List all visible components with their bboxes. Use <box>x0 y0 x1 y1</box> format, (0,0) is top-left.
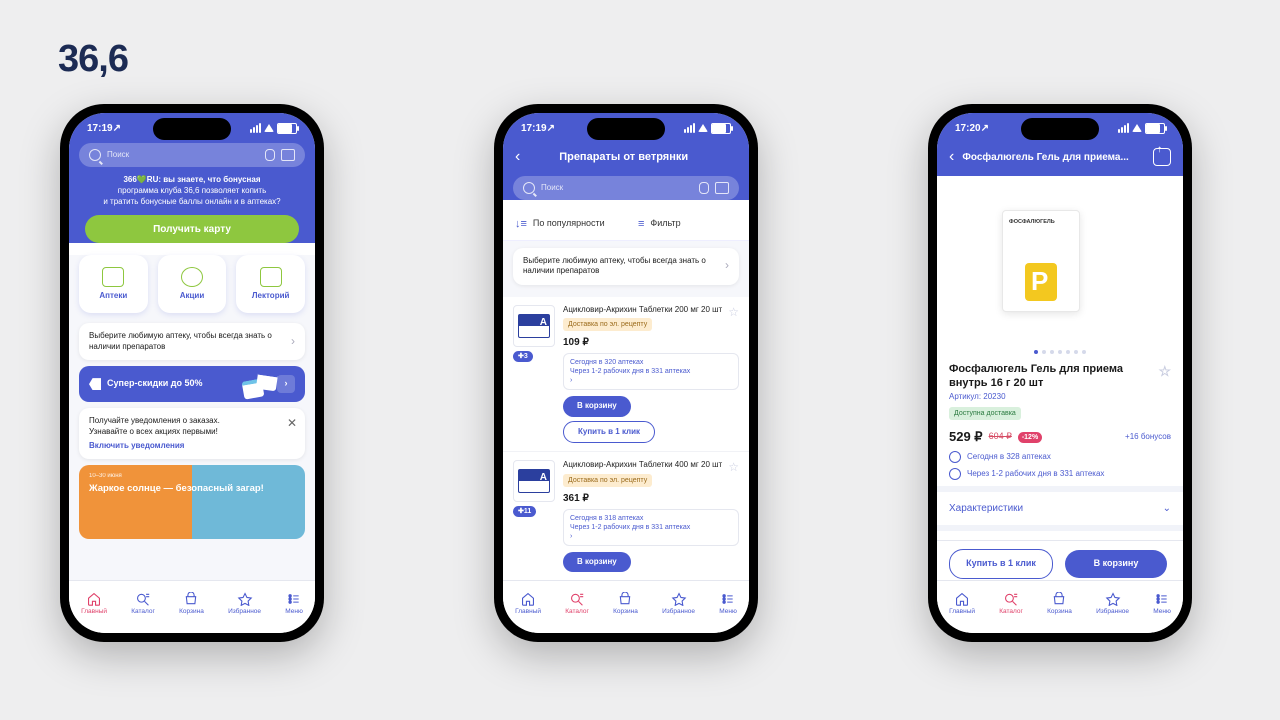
product-price: 109 ₽ <box>563 336 739 349</box>
barcode-icon[interactable] <box>715 182 729 194</box>
nav-catalog[interactable]: Каталог <box>565 592 589 616</box>
nav-favorites[interactable]: Избранное <box>662 592 695 616</box>
nav-menu[interactable]: Меню <box>285 592 303 616</box>
delivery-chip: Доступна доставка <box>949 407 1021 420</box>
availability-later: Через 1-2 рабочих дня в 331 аптеках <box>949 468 1171 480</box>
favorite-pharmacy-card[interactable]: Выберите любимую аптеку, чтобы всегда зн… <box>513 248 739 285</box>
get-card-button[interactable]: Получить карту <box>85 215 299 243</box>
product-item[interactable]: ✚11 Ацикловир-Акрихин Таблетки 400 мг 20… <box>503 452 749 581</box>
search-icon <box>523 182 535 194</box>
availability-box[interactable]: Сегодня в 320 аптекахЧерез 1-2 рабочих д… <box>563 353 739 390</box>
qty-badge: ✚3 <box>513 351 533 362</box>
product-name: Ацикловир-Акрихин Таблетки 200 мг 20 шт <box>563 305 739 315</box>
favorite-icon[interactable]: ☆ <box>728 460 739 476</box>
nav-home[interactable]: Главный <box>81 592 107 616</box>
buy-1click-button[interactable]: Купить в 1 клик <box>949 549 1053 579</box>
nav-cart[interactable]: Корзина <box>1047 592 1072 616</box>
enable-notifications-link[interactable]: Включить уведомления <box>89 441 184 451</box>
page-title: Препараты от ветрянки <box>528 150 719 164</box>
phone-home: 17:19↗ Поиск 366💚RU: вы знаете, что бону… <box>60 104 324 642</box>
nav-catalog[interactable]: Каталог <box>999 592 1023 616</box>
product-thumb <box>513 460 555 502</box>
chevron-down-icon: ⌄ <box>1163 502 1171 515</box>
nav-home[interactable]: Главный <box>949 592 975 616</box>
bonus-label: +16 бонусов <box>1125 432 1171 442</box>
quick-lectures[interactable]: Лекторий <box>236 255 305 313</box>
buy-1click-button[interactable]: Купить в 1 клик <box>563 421 655 443</box>
add-to-cart-button[interactable]: В корзину <box>1065 550 1167 578</box>
status-time: 17:19 <box>87 122 113 135</box>
product-gallery[interactable] <box>937 176 1183 346</box>
nav-favorites[interactable]: Избранное <box>228 592 261 616</box>
quick-deals[interactable]: Акции <box>158 255 227 313</box>
promo-banner[interactable]: 10–30 июня Жаркое солнце — безопасный за… <box>79 465 305 539</box>
clock-icon <box>949 468 961 480</box>
gallery-dots <box>937 346 1183 356</box>
discount-badge: -12% <box>1018 432 1042 443</box>
sort-button[interactable]: ↓≡По популярности <box>503 217 626 231</box>
bottom-nav: Главный Каталог Корзина Избранное Меню <box>503 580 749 633</box>
search-icon <box>89 149 101 161</box>
filter-icon: ≡ <box>638 217 644 231</box>
search-placeholder: Поиск <box>107 150 259 160</box>
back-button[interactable]: ‹ <box>949 147 954 168</box>
filter-button[interactable]: ≡Фильтр <box>626 217 749 231</box>
close-icon[interactable]: ✕ <box>287 416 297 432</box>
bottom-nav: Главный Каталог Корзина Избранное Меню <box>937 580 1183 633</box>
favorite-icon[interactable]: ☆ <box>1158 362 1171 380</box>
nav-favorites[interactable]: Избранное <box>1096 592 1129 616</box>
nav-home[interactable]: Главный <box>515 592 541 616</box>
share-icon[interactable] <box>1153 148 1171 166</box>
product-price: 529 ₽ <box>949 429 983 446</box>
mic-icon[interactable] <box>265 149 275 161</box>
check-icon <box>949 451 961 463</box>
search-input[interactable]: Поиск <box>79 143 305 167</box>
phone-product: 17:20↗ ‹ Фосфалюгель Гель для приема... … <box>928 104 1192 642</box>
notifications-card: ✕ Получайте уведомления о заказах. Узнав… <box>79 408 305 459</box>
phone-catalog: 17:19↗ ‹ Препараты от ветрянки Поиск ↓≡П… <box>494 104 758 642</box>
promo-text: 366💚RU: вы знаете, что бонусная программ… <box>69 175 315 215</box>
nav-catalog[interactable]: Каталог <box>131 592 155 616</box>
rx-chip: Доставка по эл. рецепту <box>563 318 652 331</box>
page-title: Фосфалюгель Гель для приема... <box>962 151 1145 164</box>
brand-logo: 36,6 <box>58 38 128 81</box>
nav-cart[interactable]: Корзина <box>613 592 638 616</box>
product-sku: Артикул: 20230 <box>949 392 1171 402</box>
favorite-icon[interactable]: ☆ <box>728 305 739 321</box>
favorite-pharmacy-card[interactable]: Выберите любимую аптеку, чтобы всегда зн… <box>79 323 305 360</box>
sort-icon: ↓≡ <box>515 217 527 231</box>
availability-today: Сегодня в 328 аптеках <box>949 451 1171 463</box>
back-button[interactable]: ‹ <box>515 147 520 168</box>
barcode-icon[interactable] <box>281 149 295 161</box>
chevron-right-icon: › <box>291 334 295 350</box>
nav-cart[interactable]: Корзина <box>179 592 204 616</box>
pharmacy-icon <box>102 267 124 287</box>
super-deals-banner[interactable]: Супер-скидки до 50% › <box>79 366 305 402</box>
product-title: Фосфалюгель Гель для приема внутрь 16 г … <box>949 362 1171 391</box>
bottom-nav: Главный Каталог Корзина Избранное Меню <box>69 580 315 633</box>
nav-menu[interactable]: Меню <box>1153 592 1171 616</box>
old-price: 604 ₽ <box>989 431 1012 443</box>
product-item[interactable]: ✚3 Ацикловир-Акрихин Таблетки 200 мг 20 … <box>503 297 749 453</box>
nav-menu[interactable]: Меню <box>719 592 737 616</box>
mic-icon[interactable] <box>699 182 709 194</box>
play-icon <box>260 267 282 287</box>
characteristics-section[interactable]: Характеристики⌄ <box>937 486 1183 525</box>
add-to-cart-button[interactable]: В корзину <box>563 396 631 416</box>
availability-box[interactable]: Сегодня в 318 аптекахЧерез 1-2 рабочих д… <box>563 509 739 546</box>
chevron-right-icon: › <box>277 375 295 393</box>
analogs-section[interactable]: Аналоги <box>937 525 1183 541</box>
quick-pharmacies[interactable]: Аптеки <box>79 255 148 313</box>
search-input[interactable]: Поиск <box>513 176 739 200</box>
percent-icon <box>181 267 203 287</box>
add-to-cart-button[interactable]: В корзину <box>563 552 631 572</box>
product-thumb <box>513 305 555 347</box>
tag-icon <box>89 378 101 390</box>
qty-badge: ✚11 <box>513 506 536 517</box>
